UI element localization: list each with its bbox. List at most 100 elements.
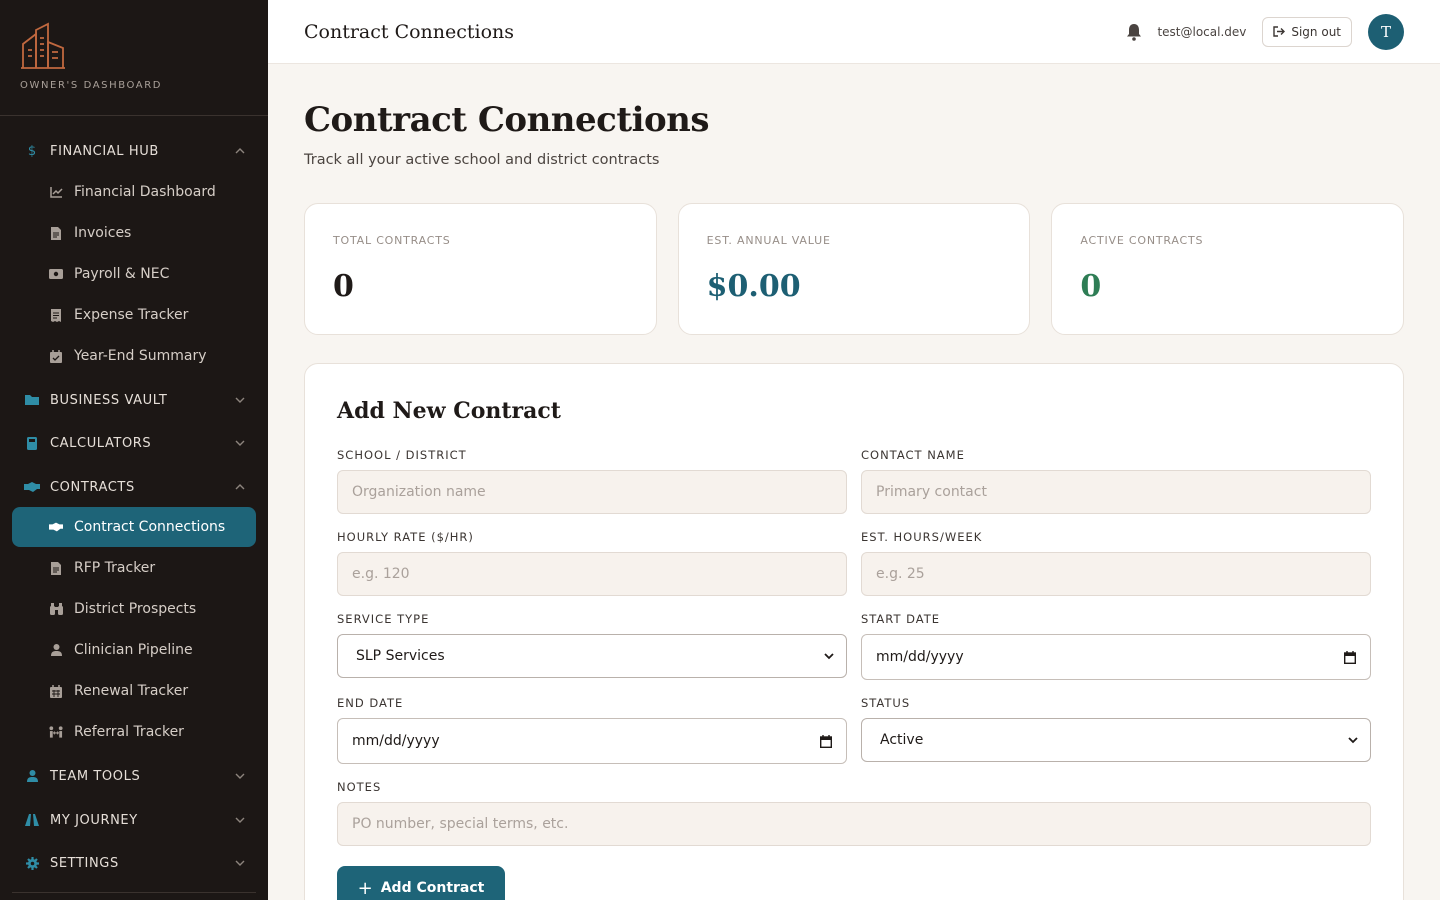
field-service-type: SERVICE TYPE SLP Services <box>337 612 847 680</box>
section-label: CONTRACTS <box>50 479 135 495</box>
chevron-down-icon <box>235 397 245 403</box>
section-label: TEAM TOOLS <box>50 768 141 784</box>
plus-icon: + <box>357 877 373 899</box>
calendar-check-icon <box>49 349 63 363</box>
section-label: MY JOURNEY <box>50 812 138 828</box>
service-label: SERVICE TYPE <box>337 612 430 626</box>
sidebar-item-payroll[interactable]: Payroll & NEC <box>12 254 256 294</box>
sidebar-item-year-end-summary[interactable]: Year-End Summary <box>12 336 256 376</box>
end-date-value: mm/dd/yyyy <box>352 733 440 749</box>
file-icon <box>49 226 63 240</box>
page-subtitle: Track all your active school and distric… <box>304 152 660 168</box>
hourly-rate-input[interactable]: e.g. 120 <box>337 552 847 596</box>
sidebar-section-my-journey[interactable]: MY JOURNEY <box>0 802 268 838</box>
calendar-icon[interactable] <box>820 734 832 748</box>
user-email: test@local.dev <box>1157 24 1247 39</box>
chevron-down-icon <box>235 817 245 823</box>
sidebar-item-clinician-pipeline[interactable]: Clinician Pipeline <box>12 630 256 670</box>
contact-label: CONTACT NAME <box>861 448 965 462</box>
section-label: CALCULATORS <box>50 435 152 451</box>
end-date-input[interactable]: mm/dd/yyyy <box>337 718 847 764</box>
sidebar-item-referral-tracker[interactable]: Referral Tracker <box>12 712 256 752</box>
sidebar-item-district-prospects[interactable]: District Prospects <box>12 589 256 629</box>
school-label: SCHOOL / DISTRICT <box>337 448 467 462</box>
sidebar-item-financial-dashboard[interactable]: Financial Dashboard <box>12 172 256 212</box>
field-notes: NOTES PO number, special terms, etc. <box>337 780 1371 846</box>
add-contract-button[interactable]: + Add Contract <box>337 866 505 900</box>
notes-label: NOTES <box>337 780 382 794</box>
sidebar-item-expense-tracker[interactable]: Expense Tracker <box>12 295 256 335</box>
hours-per-week-input[interactable]: e.g. 25 <box>861 552 1371 596</box>
item-label: RFP Tracker <box>74 560 156 576</box>
sidebar-section-financial-hub[interactable]: $ FINANCIAL HUB <box>0 133 268 169</box>
sign-out-button[interactable]: Sign out <box>1262 16 1352 47</box>
start-date-value: mm/dd/yyyy <box>876 649 964 665</box>
school-input[interactable]: Organization name <box>337 470 847 514</box>
start-label: START DATE <box>861 612 941 626</box>
status-value: Active <box>880 732 924 748</box>
sidebar-item-renewal-tracker[interactable]: Renewal Tracker <box>12 671 256 711</box>
sidebar: OWNER'S DASHBOARD $ FINANCIAL HUB Financ… <box>0 0 268 900</box>
sidebar-section-business-vault[interactable]: BUSINESS VAULT <box>0 382 268 418</box>
section-label: BUSINESS VAULT <box>50 392 168 408</box>
user-icon <box>24 768 40 784</box>
form-grid: SCHOOL / DISTRICT Organization name CONT… <box>337 448 1371 862</box>
add-contract-label: Add Contract <box>380 880 485 896</box>
item-label: Clinician Pipeline <box>74 642 193 658</box>
stats-row: TOTAL CONTRACTS 0 EST. ANNUAL VALUE $0.0… <box>304 203 1405 335</box>
route-icon <box>24 812 40 828</box>
calendar-icon[interactable] <box>1344 650 1356 664</box>
handshake-icon <box>24 479 40 495</box>
service-type-select[interactable]: SLP Services <box>337 634 847 678</box>
chevron-down-icon <box>235 440 245 446</box>
bell-icon[interactable] <box>1125 23 1143 41</box>
people-arrows-icon <box>49 725 63 739</box>
stat-value: 0 <box>333 269 354 304</box>
notes-input[interactable]: PO number, special terms, etc. <box>337 802 1371 846</box>
section-label: FINANCIAL HUB <box>50 143 159 159</box>
handshake-icon <box>49 520 63 534</box>
chevron-down-icon <box>1348 736 1358 743</box>
brand: OWNER'S DASHBOARD <box>0 0 268 116</box>
avatar-initial: T <box>1380 22 1391 41</box>
receipt-icon <box>49 308 63 322</box>
sidebar-item-invoices[interactable]: Invoices <box>12 213 256 253</box>
sidebar-item-rfp-tracker[interactable]: RFP Tracker <box>12 548 256 588</box>
sidebar-section-settings[interactable]: SETTINGS <box>0 845 268 881</box>
main-content: Contract Connections Track all your acti… <box>304 64 1405 900</box>
stat-label: TOTAL CONTRACTS <box>333 234 451 247</box>
stat-card-est-annual-value: EST. ANNUAL VALUE $0.00 <box>677 203 1031 335</box>
item-label: Expense Tracker <box>74 307 189 323</box>
sidebar-section-team-tools[interactable]: TEAM TOOLS <box>0 758 268 794</box>
chart-icon <box>49 185 63 199</box>
section-label: SETTINGS <box>50 855 119 871</box>
stat-label: EST. ANNUAL VALUE <box>706 234 831 247</box>
avatar[interactable]: T <box>1368 13 1404 50</box>
dollar-icon: $ <box>27 143 37 159</box>
item-label: Referral Tracker <box>74 724 184 740</box>
add-contract-form: Add New Contract SCHOOL / DISTRICT Organ… <box>304 363 1404 900</box>
form-title: Add New Contract <box>337 398 561 424</box>
contact-input[interactable]: Primary contact <box>861 470 1371 514</box>
item-label: Financial Dashboard <box>74 184 216 200</box>
item-label: Invoices <box>74 225 132 241</box>
end-label: END DATE <box>337 696 404 710</box>
sidebar-item-contract-connections[interactable]: Contract Connections <box>12 507 256 547</box>
stat-label: ACTIVE CONTRACTS <box>1080 234 1204 247</box>
status-select[interactable]: Active <box>861 718 1371 762</box>
sign-out-icon <box>1273 26 1286 37</box>
start-date-input[interactable]: mm/dd/yyyy <box>861 634 1371 680</box>
item-label: Payroll & NEC <box>74 266 170 282</box>
sidebar-section-calculators[interactable]: CALCULATORS <box>0 425 268 461</box>
field-rate: HOURLY RATE ($/HR) e.g. 120 <box>337 530 847 596</box>
chevron-down-icon <box>235 860 245 866</box>
field-hours: EST. HOURS/WEEK e.g. 25 <box>861 530 1371 596</box>
item-label: Contract Connections <box>74 519 226 535</box>
chevron-down-icon <box>235 773 245 779</box>
chevron-up-icon <box>235 484 245 490</box>
user-icon <box>49 643 63 657</box>
binoculars-icon <box>49 602 63 616</box>
sidebar-section-contracts[interactable]: CONTRACTS <box>0 469 268 505</box>
chevron-down-icon <box>824 652 834 659</box>
field-status: STATUS Active <box>861 696 1371 764</box>
